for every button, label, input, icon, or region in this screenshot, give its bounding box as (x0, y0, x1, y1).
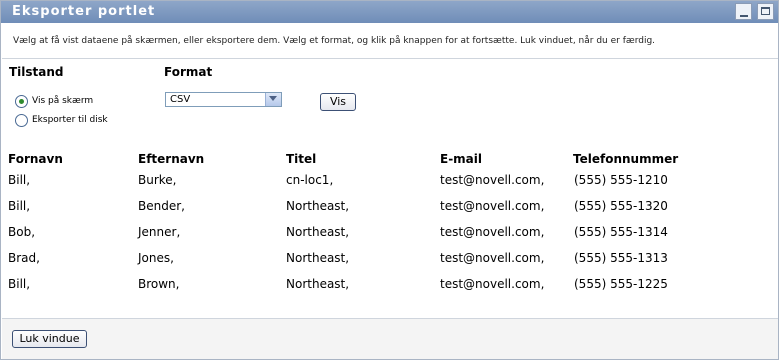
maximize-button[interactable] (757, 3, 774, 20)
table-cell: cn-loc1, (286, 173, 334, 187)
table-cell: test@novell.com, (440, 173, 545, 187)
table-cell: (555) 555-1313 (574, 251, 668, 265)
table-cell: (555) 555-1210 (574, 173, 668, 187)
col-header-title: Titel (286, 152, 317, 166)
divider (2, 58, 778, 59)
col-header-first-name: Fornavn (8, 152, 63, 166)
table-cell: test@novell.com, (440, 277, 545, 291)
table-cell: Northeast, (286, 225, 350, 239)
footer (2, 319, 778, 359)
table-cell: test@novell.com, (440, 199, 545, 213)
radio-label-show: Vis på skærm (32, 96, 94, 106)
table-cell: (555) 555-1320 (574, 199, 668, 213)
dropdown-button[interactable] (265, 93, 281, 106)
table-cell: Bob, (8, 225, 36, 239)
state-label: Tilstand (9, 65, 64, 79)
titlebar: Eksporter portlet (1, 1, 778, 23)
table-cell: Brad, (8, 251, 40, 265)
table-cell: Jones, (138, 251, 174, 265)
minimize-button[interactable] (735, 3, 752, 20)
table-cell: Brown, (138, 277, 180, 291)
table-cell: Bill, (8, 199, 31, 213)
table-cell: Bender, (138, 199, 185, 213)
export-portlet-window: Eksporter portlet Vælg at få vist dataen… (0, 0, 779, 360)
table-cell: Bill, (8, 277, 31, 291)
minimize-icon (740, 15, 748, 17)
table-cell: Northeast, (286, 251, 350, 265)
format-label: Format (164, 65, 213, 79)
col-header-email: E-mail (440, 152, 483, 166)
format-select[interactable]: CSV (165, 92, 282, 107)
format-select-value: CSV (170, 94, 191, 105)
radio-unselected-icon[interactable] (15, 114, 28, 127)
table-cell: Bill, (8, 173, 31, 187)
col-header-last-name: Efternavn (138, 152, 205, 166)
close-window-button[interactable]: Luk vindue (12, 330, 87, 348)
table-cell: test@novell.com, (440, 251, 545, 265)
table-cell: Northeast, (286, 199, 350, 213)
table-cell: Burke, (138, 173, 177, 187)
window-title: Eksporter portlet (12, 4, 156, 19)
chevron-down-icon (269, 96, 277, 101)
instructions-text: Vælg at få vist dataene på skærmen, elle… (13, 36, 656, 46)
table-cell: Northeast, (286, 277, 350, 291)
table-cell: (555) 555-1314 (574, 225, 668, 239)
maximize-icon (761, 7, 770, 15)
radio-selected-icon[interactable] (15, 95, 28, 108)
table-cell: test@novell.com, (440, 225, 545, 239)
table-cell: Jenner, (138, 225, 181, 239)
radio-label-export: Eksporter til disk (32, 115, 108, 125)
show-button[interactable]: Vis (320, 93, 356, 111)
col-header-phone: Telefonnummer (573, 152, 679, 166)
table-cell: (555) 555-1225 (574, 277, 668, 291)
